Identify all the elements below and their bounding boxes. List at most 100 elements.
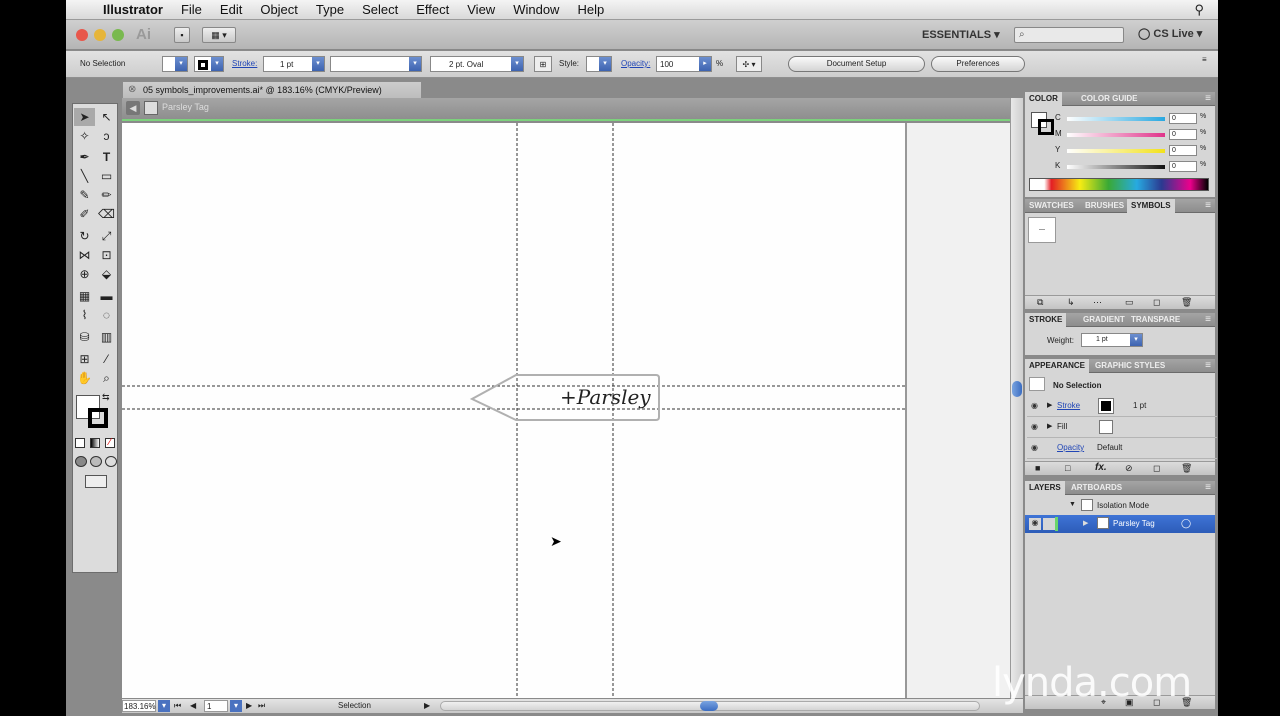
magenta-slider[interactable]: [1067, 133, 1165, 137]
stroke-panel-menu-icon[interactable]: ≡: [1205, 313, 1211, 327]
zoom-level-field[interactable]: 183.16%: [122, 700, 156, 712]
menu-app-name[interactable]: Illustrator: [94, 2, 172, 17]
delete-item-icon[interactable]: 🗑: [1181, 463, 1192, 474]
appearance-panel-menu-icon[interactable]: ≡: [1205, 359, 1211, 373]
pencil-tool-icon[interactable]: ✏: [96, 186, 117, 204]
layers-panel-menu-icon[interactable]: ≡: [1205, 481, 1211, 495]
add-new-stroke-icon[interactable]: ■: [1035, 463, 1040, 473]
artboard-number-field[interactable]: 1: [204, 700, 228, 712]
brush-options-icon[interactable]: ⊞: [534, 56, 552, 72]
close-document-icon[interactable]: ⊗: [128, 82, 136, 98]
place-symbol-icon[interactable]: ↳: [1067, 297, 1075, 308]
visibility-eye-icon[interactable]: ◉: [1031, 422, 1041, 432]
color-mode-icon[interactable]: [75, 438, 85, 448]
stroke-label[interactable]: Stroke:: [232, 56, 257, 72]
black-value[interactable]: 0: [1169, 161, 1197, 172]
gradient-mode-icon[interactable]: [90, 438, 100, 448]
symbol-sprayer-tool-icon[interactable]: ⛁: [74, 328, 95, 346]
opacity-label[interactable]: Opacity:: [621, 56, 650, 72]
tab-symbols[interactable]: SYMBOLS: [1127, 199, 1175, 213]
appearance-stroke-swatch[interactable]: [1098, 398, 1114, 414]
cyan-slider[interactable]: [1067, 117, 1165, 121]
appearance-stroke-label[interactable]: Stroke: [1057, 401, 1080, 410]
line-segment-tool-icon[interactable]: ╲: [74, 167, 95, 185]
stroke-weight-input[interactable]: 1 pt ▾: [1081, 333, 1143, 347]
eyedropper-tool-icon[interactable]: ⌇: [74, 306, 95, 324]
zoom-tool-icon[interactable]: ⌕: [96, 369, 117, 387]
next-artboard-icon[interactable]: ▶: [246, 700, 252, 712]
blob-brush-tool-icon[interactable]: ✐: [74, 205, 95, 223]
menu-type[interactable]: Type: [307, 2, 353, 17]
add-new-fill-icon[interactable]: □: [1065, 463, 1070, 473]
blend-tool-icon[interactable]: ◌: [96, 306, 117, 324]
layer-target-icon[interactable]: ◯: [1181, 518, 1191, 529]
fill-dropdown[interactable]: ▾: [162, 56, 188, 72]
tab-brushes[interactable]: BRUSHES: [1081, 199, 1128, 213]
eraser-tool-icon[interactable]: ⌫: [96, 205, 117, 223]
cyan-value[interactable]: 0: [1169, 113, 1197, 124]
tab-appearance[interactable]: APPEARANCE: [1025, 359, 1090, 373]
direct-selection-tool-icon[interactable]: ↖: [96, 108, 117, 126]
tab-transparency[interactable]: TRANSPARE: [1127, 313, 1184, 327]
rotate-tool-icon[interactable]: ↻: [74, 227, 95, 245]
symbols-panel-menu-icon[interactable]: ≡: [1205, 199, 1211, 213]
tab-color[interactable]: COLOR: [1025, 92, 1062, 106]
selection-tool-icon[interactable]: ➤: [74, 108, 95, 126]
preferences-button[interactable]: Preferences: [931, 56, 1025, 72]
spotlight-search-icon[interactable]: ⚲: [1194, 2, 1204, 18]
menu-object[interactable]: Object: [251, 2, 307, 17]
menu-file[interactable]: File: [172, 2, 211, 17]
hand-tool-icon[interactable]: ✋: [74, 369, 95, 387]
minimize-window-button[interactable]: [94, 29, 106, 41]
visibility-eye-icon[interactable]: ◉: [1031, 443, 1041, 453]
tab-graphic-styles[interactable]: GRAPHIC STYLES: [1091, 359, 1169, 373]
tab-color-guide[interactable]: COLOR GUIDE: [1077, 92, 1141, 106]
zoom-dropdown-icon[interactable]: ▾: [158, 700, 170, 712]
artboard-canvas[interactable]: +Parsley ➤: [122, 123, 1010, 698]
tab-stroke[interactable]: STROKE: [1025, 313, 1067, 327]
lasso-tool-icon[interactable]: ↄ: [96, 127, 117, 145]
yellow-value[interactable]: 0: [1169, 145, 1197, 156]
last-artboard-icon[interactable]: ⏭: [258, 700, 265, 712]
type-tool-icon[interactable]: T: [96, 148, 117, 166]
menu-select[interactable]: Select: [353, 2, 407, 17]
bridge-icon[interactable]: ▪: [174, 27, 190, 43]
document-tab[interactable]: ⊗ 05 symbols_improvements.ai* @ 183.16% …: [122, 81, 422, 98]
perspective-grid-tool-icon[interactable]: ▦: [74, 287, 95, 305]
free-transform-tool-icon[interactable]: ⊡: [96, 246, 117, 264]
live-paint-bucket-tool-icon[interactable]: ⬙: [96, 265, 117, 283]
layer-row-isolation-mode[interactable]: ▼ Isolation Mode: [1025, 497, 1215, 515]
artboard-dropdown-icon[interactable]: ▾: [230, 700, 242, 712]
stroke-weight-field[interactable]: 1 pt ▾: [263, 56, 325, 72]
scale-tool-icon[interactable]: ⤢: [96, 227, 117, 245]
opacity-field[interactable]: 100 ▸: [656, 56, 712, 72]
draw-behind-icon[interactable]: [90, 456, 102, 467]
color-spectrum-bar[interactable]: [1029, 178, 1209, 191]
help-search-input[interactable]: ⌕: [1014, 27, 1124, 43]
brush-definition-dropdown[interactable]: 2 pt. Oval ▾: [430, 56, 524, 72]
menu-view[interactable]: View: [458, 2, 504, 17]
menu-window[interactable]: Window: [504, 2, 568, 17]
symbol-options-icon[interactable]: ▭: [1125, 297, 1134, 308]
vertical-scroll-thumb[interactable]: [1012, 381, 1022, 397]
yellow-slider[interactable]: [1067, 149, 1165, 153]
disclosure-triangle-icon[interactable]: ▶: [1047, 422, 1052, 430]
appearance-row-opacity[interactable]: ◉ Opacity Default: [1027, 438, 1217, 459]
break-link-icon[interactable]: ⋯: [1093, 297, 1102, 308]
magic-wand-tool-icon[interactable]: ✧: [74, 127, 95, 145]
zoom-window-button[interactable]: [112, 29, 124, 41]
close-window-button[interactable]: [76, 29, 88, 41]
gradient-tool-icon[interactable]: ▬: [96, 287, 117, 305]
graphic-style-dropdown[interactable]: ▾: [586, 56, 612, 72]
horizontal-scroll-thumb[interactable]: [700, 701, 718, 711]
previous-artboard-icon[interactable]: ◀: [190, 700, 196, 712]
disclosure-triangle-icon[interactable]: ▶: [1047, 401, 1052, 409]
black-slider[interactable]: [1067, 165, 1165, 169]
symbol-thumbnail-parsley-tag[interactable]: —: [1028, 217, 1056, 243]
color-panel-menu-icon[interactable]: ≡: [1205, 92, 1211, 106]
first-artboard-icon[interactable]: ⏮: [174, 700, 181, 712]
arrange-documents-icon[interactable]: ▦ ▾: [202, 27, 236, 43]
delete-symbol-icon[interactable]: 🗑: [1181, 297, 1192, 308]
menu-help[interactable]: Help: [568, 2, 613, 17]
workspace-switcher[interactable]: ESSENTIALS ▾: [922, 28, 1000, 41]
